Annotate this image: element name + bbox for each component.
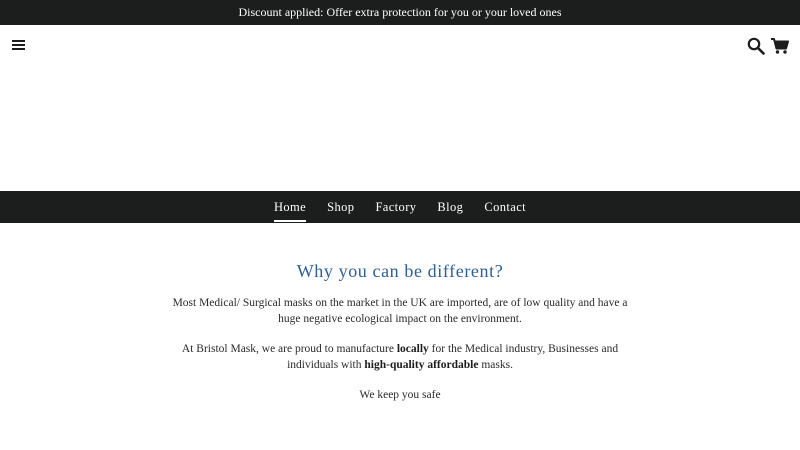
manufacture-bold-quality: high-quality affordable [364, 359, 479, 371]
manufacture-text-3: masks. [478, 359, 513, 371]
nav-item-shop[interactable]: Shop [327, 191, 354, 223]
site-header [0, 25, 800, 191]
search-icon[interactable] [746, 36, 766, 56]
nav-item-contact[interactable]: Contact [484, 191, 526, 223]
manufacture-paragraph: At Bristol Mask, we are proud to manufac… [170, 341, 630, 373]
manufacture-text-1: At Bristol Mask, we are proud to manufac… [181, 343, 397, 355]
intro-paragraph: Most Medical/ Surgical masks on the mark… [172, 297, 628, 325]
cart-icon[interactable] [770, 37, 790, 55]
nav-item-blog[interactable]: Blog [437, 191, 463, 223]
main-nav: Home Shop Factory Blog Contact [0, 191, 800, 223]
nav-item-factory[interactable]: Factory [375, 191, 416, 223]
announcement-bar: Discount applied: Offer extra protection… [0, 0, 800, 25]
manufacture-bold-locally: locally [396, 343, 429, 355]
page-heading: Why you can be different? [296, 261, 504, 281]
announcement-text: Discount applied: Offer extra protection… [238, 5, 562, 19]
hamburger-menu-icon[interactable] [12, 39, 28, 53]
nav-item-home[interactable]: Home [273, 191, 307, 223]
main-content: Why you can be different? Most Medical/ … [0, 223, 800, 403]
tagline: We keep you safe [359, 389, 441, 401]
